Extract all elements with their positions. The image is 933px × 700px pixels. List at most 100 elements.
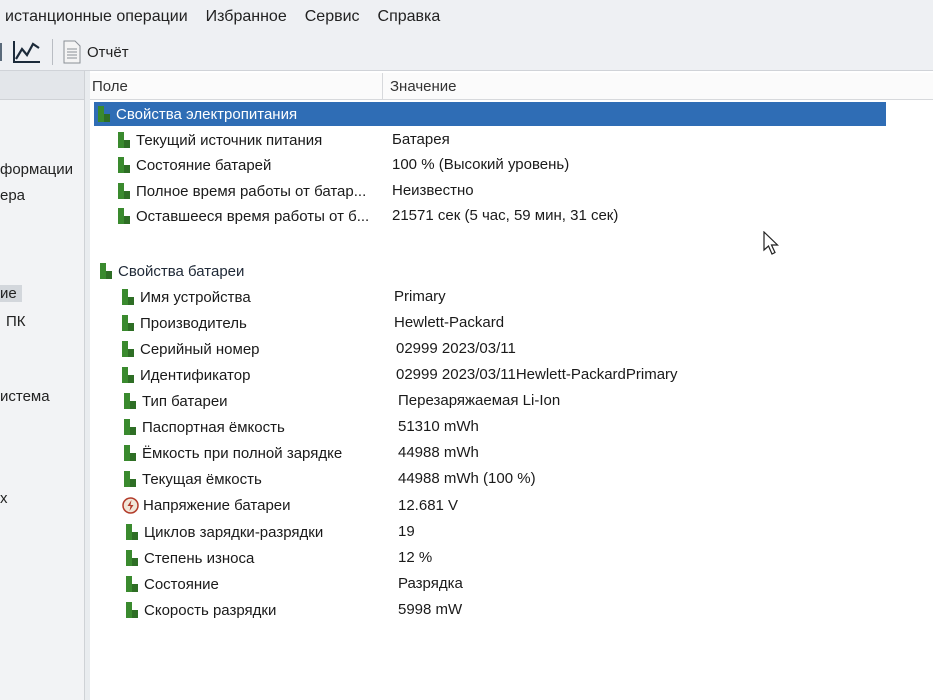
field-label: Оставшееся время работы от б...: [136, 207, 370, 225]
menu-help[interactable]: Справка: [369, 8, 450, 26]
table-row[interactable]: Скорость разрядки 5998 mW: [124, 598, 894, 622]
field-value: 19: [398, 523, 415, 540]
field-value: Hewlett-Packard: [394, 314, 505, 331]
details-list: Поле Значение Свойства электропитания Те…: [90, 71, 933, 700]
column-divider[interactable]: [382, 73, 383, 99]
voltage-icon: [122, 497, 139, 514]
table-row[interactable]: Полное время работы от батар... Неизвест…: [116, 179, 886, 203]
column-value[interactable]: Значение: [390, 78, 457, 95]
toolbar: Отчёт: [0, 34, 933, 71]
chart-button[interactable]: [12, 37, 42, 67]
battery-icon: [100, 263, 112, 279]
group-title: Свойства электропитания: [116, 105, 298, 123]
battery-icon: [118, 183, 130, 199]
table-row[interactable]: Тип батареи Перезаряжаемая Li-Ion: [122, 389, 892, 413]
field-value: 100 % (Высокий уровень): [392, 156, 570, 173]
battery-icon: [124, 471, 136, 487]
field-label: Скорость разрядки: [144, 601, 277, 619]
table-row[interactable]: Серийный номер 02999 2023/03/11: [120, 337, 890, 361]
battery-icon: [126, 602, 138, 618]
battery-icon: [118, 157, 130, 173]
mouse-cursor-icon: [763, 231, 779, 255]
table-row[interactable]: Степень износа 12 %: [124, 546, 894, 570]
navigation-tree: формации ера ие ПК истема х: [0, 71, 85, 700]
battery-icon: [126, 524, 138, 540]
field-value: 44988 mWh (100 %): [398, 470, 536, 487]
menu-bar: истанционные операции Избранное Сервис С…: [0, 0, 933, 34]
nav-item-system[interactable]: истема: [0, 388, 50, 405]
table-row[interactable]: Состояние батарей 100 % (Высокий уровень…: [116, 153, 886, 177]
field-label: Циклов зарядки-разрядки: [144, 523, 324, 541]
field-value: 12 %: [398, 549, 433, 566]
nav-item-computer[interactable]: ера: [0, 187, 25, 204]
battery-icon: [122, 367, 134, 383]
field-label: Тип батареи: [142, 392, 228, 410]
battery-icon: [122, 341, 134, 357]
nav-item-power-selected[interactable]: ие: [0, 285, 22, 302]
table-row[interactable]: Идентификатор 02999 2023/03/11Hewlett-Pa…: [120, 363, 890, 387]
nav-item-misc[interactable]: х: [0, 490, 8, 507]
field-label: Имя устройства: [140, 288, 251, 306]
toolbar-separator: [52, 39, 53, 65]
battery-icon: [124, 419, 136, 435]
table-row[interactable]: Текущий источник питания Батарея: [116, 128, 886, 152]
table-row[interactable]: Производитель Hewlett-Packard: [120, 311, 890, 335]
table-row[interactable]: Циклов зарядки-разрядки 19: [124, 520, 894, 544]
field-value: 02999 2023/03/11Hewlett-PackardPrimary: [396, 366, 678, 383]
menu-remote-operations[interactable]: истанционные операции: [0, 8, 197, 26]
table-row[interactable]: Имя устройства Primary: [120, 285, 890, 309]
group-title: Свойства батареи: [118, 262, 245, 280]
field-label: Идентификатор: [140, 366, 251, 384]
field-label: Серийный номер: [140, 340, 260, 358]
battery-icon: [98, 106, 110, 122]
column-header: Поле Значение: [90, 73, 933, 100]
field-value: Неизвестно: [392, 182, 474, 199]
field-label: Текущая ёмкость: [142, 470, 262, 488]
nav-item-information[interactable]: формации: [0, 161, 73, 178]
field-value: 51310 mWh: [398, 418, 479, 435]
battery-icon: [122, 289, 134, 305]
battery-icon: [124, 445, 136, 461]
field-value: 21571 сек (5 час, 59 мин, 31 сек): [392, 207, 619, 224]
field-label: Состояние батарей: [136, 156, 272, 174]
field-label: Производитель: [140, 314, 247, 332]
field-value: Перезаряжаемая Li-Ion: [398, 392, 561, 409]
table-row[interactable]: Оставшееся время работы от б... 21571 се…: [116, 204, 886, 228]
field-label: Состояние: [144, 575, 219, 593]
field-value: 5998 mW: [398, 601, 463, 618]
nav-item-pc[interactable]: ПК: [6, 313, 26, 330]
battery-icon: [126, 550, 138, 566]
battery-icon: [126, 576, 138, 592]
battery-icon: [118, 132, 130, 148]
battery-icon: [124, 393, 136, 409]
line-chart-icon: [13, 41, 40, 63]
report-button-label: Отчёт: [87, 43, 129, 61]
table-row[interactable]: Состояние Разрядка: [124, 572, 894, 596]
field-value: 02999 2023/03/11: [396, 340, 516, 357]
group-battery-properties[interactable]: Свойства батареи: [96, 259, 886, 283]
table-row[interactable]: Паспортная ёмкость 51310 mWh: [122, 415, 892, 439]
field-label: Паспортная ёмкость: [142, 418, 285, 436]
field-value: Primary: [394, 288, 446, 305]
field-label: Напряжение батареи: [143, 497, 291, 514]
partial-toolbar-button[interactable]: [0, 37, 6, 67]
field-value: 44988 mWh: [398, 444, 479, 461]
toolbar-icon: [0, 43, 2, 61]
table-row[interactable]: Текущая ёмкость 44988 mWh (100 %): [122, 467, 892, 491]
column-field[interactable]: Поле: [92, 78, 128, 95]
menu-service[interactable]: Сервис: [296, 8, 369, 26]
field-label: Текущий источник питания: [136, 131, 323, 149]
report-document-icon: [63, 40, 81, 64]
menu-favorites[interactable]: Избранное: [197, 8, 296, 26]
battery-icon: [122, 315, 134, 331]
report-button[interactable]: Отчёт: [63, 37, 129, 67]
field-label: Полное время работы от батар...: [136, 182, 367, 200]
navigation-header: [0, 71, 84, 100]
battery-icon: [118, 208, 130, 224]
field-value: 12.681 V: [398, 497, 459, 514]
field-label: Ёмкость при полной зарядке: [142, 444, 343, 462]
field-value: Разрядка: [398, 575, 463, 592]
table-row[interactable]: Ёмкость при полной зарядке 44988 mWh: [122, 441, 892, 465]
group-power-properties[interactable]: Свойства электропитания: [94, 102, 886, 126]
table-row[interactable]: Напряжение батареи 12.681 V: [122, 494, 892, 518]
